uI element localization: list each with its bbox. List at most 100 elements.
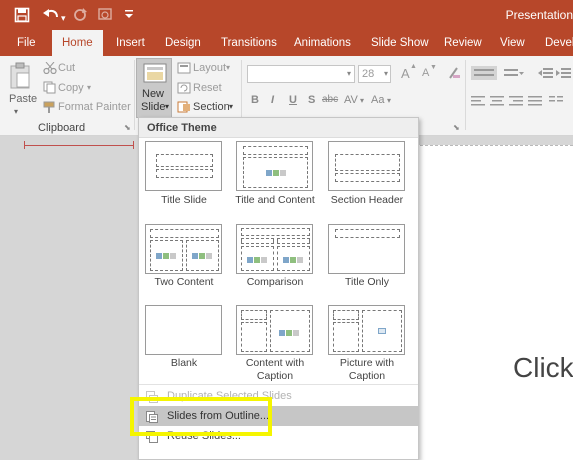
content-icons bbox=[247, 254, 269, 264]
paste-label[interactable]: Paste bbox=[9, 93, 37, 105]
bold-button[interactable]: B bbox=[251, 94, 259, 106]
menu-separator bbox=[139, 384, 418, 385]
layout-label: Title Only bbox=[345, 276, 389, 288]
placeholder bbox=[241, 310, 267, 320]
shadow-button[interactable]: S bbox=[308, 94, 315, 106]
section-button[interactable]: Section bbox=[193, 101, 230, 113]
bullets-icon[interactable] bbox=[471, 66, 497, 83]
tab-transitions[interactable]: Transitions bbox=[221, 30, 277, 56]
layout-icon[interactable] bbox=[177, 62, 191, 77]
layout-label: Picture with Caption bbox=[339, 357, 395, 382]
placeholder bbox=[362, 310, 402, 352]
layout-two-content[interactable] bbox=[145, 224, 222, 274]
customize-qat-icon[interactable] bbox=[124, 7, 134, 25]
font-name-combo[interactable]: ▾ bbox=[247, 65, 355, 83]
tab-file[interactable]: File bbox=[17, 30, 36, 56]
font-size-value: 28 bbox=[362, 68, 375, 80]
redo-icon[interactable] bbox=[72, 7, 88, 26]
tab-design[interactable]: Design bbox=[165, 30, 201, 56]
save-icon[interactable] bbox=[14, 7, 30, 26]
cut-icon[interactable] bbox=[43, 61, 57, 77]
layout-label: Blank bbox=[170, 357, 198, 369]
increase-indent-icon[interactable] bbox=[556, 66, 572, 83]
tab-slide-show[interactable]: Slide Show bbox=[371, 30, 429, 56]
paste-dropdown-icon[interactable]: ▾ bbox=[14, 107, 18, 116]
tab-view[interactable]: View bbox=[500, 30, 525, 56]
layout-section-header[interactable] bbox=[328, 141, 405, 191]
strikethrough-button[interactable]: abc bbox=[322, 94, 338, 105]
underline-button[interactable]: U bbox=[289, 94, 297, 106]
font-size-combo[interactable]: 28 ▾ bbox=[358, 65, 391, 83]
layout-content-with-caption[interactable] bbox=[236, 305, 313, 355]
start-from-beginning-icon[interactable] bbox=[97, 7, 113, 26]
new-slide-button[interactable]: New Slide ▾ bbox=[136, 58, 172, 118]
placeholder bbox=[241, 238, 274, 244]
clear-formatting-icon[interactable] bbox=[447, 66, 461, 83]
columns-icon[interactable] bbox=[549, 95, 563, 110]
layout-title-only[interactable] bbox=[328, 224, 405, 274]
section-icon[interactable] bbox=[177, 101, 191, 116]
reset-icon[interactable] bbox=[177, 82, 191, 97]
font-name-dropdown-icon[interactable]: ▾ bbox=[347, 69, 351, 78]
format-painter-button[interactable]: Format Painter bbox=[58, 101, 131, 113]
tab-developer[interactable]: Develo bbox=[545, 30, 573, 56]
tab-insert[interactable]: Insert bbox=[116, 30, 145, 56]
layout-title-and-content[interactable] bbox=[236, 141, 313, 191]
align-right-icon[interactable] bbox=[509, 95, 523, 110]
font-launcher-icon[interactable]: ⬊ bbox=[453, 123, 460, 132]
tab-home[interactable]: Home bbox=[52, 30, 103, 56]
font-size-dropdown-icon[interactable]: ▾ bbox=[384, 69, 388, 78]
new-slide-icon bbox=[143, 63, 167, 86]
new-slide-dropdown-icon: ▾ bbox=[165, 102, 170, 111]
layout-dropdown-icon[interactable]: ▾ bbox=[226, 63, 230, 72]
reset-button[interactable]: Reset bbox=[193, 82, 222, 94]
undo-dropdown-icon[interactable]: ▾ bbox=[61, 10, 66, 26]
shrink-font-button[interactable]: A bbox=[422, 67, 429, 79]
character-spacing-button[interactable]: AV bbox=[344, 94, 358, 106]
tab-review[interactable]: Review bbox=[444, 30, 482, 56]
copy-button[interactable]: Copy bbox=[58, 82, 84, 94]
layout-title-slide[interactable] bbox=[145, 141, 222, 191]
section-dropdown-icon[interactable]: ▾ bbox=[229, 102, 233, 111]
content-icons bbox=[279, 327, 301, 337]
shrink-font-icon: ▼ bbox=[430, 64, 437, 71]
align-left-icon[interactable] bbox=[471, 95, 485, 110]
window-title: Presentation bbox=[505, 8, 573, 22]
clipboard-launcher-icon[interactable]: ⬊ bbox=[124, 123, 131, 132]
decrease-indent-icon[interactable] bbox=[538, 66, 554, 83]
cut-button[interactable]: Cut bbox=[58, 62, 75, 74]
content-icons bbox=[266, 167, 288, 177]
copy-icon[interactable] bbox=[43, 81, 56, 97]
placeholder bbox=[241, 322, 267, 352]
layout-label: Comparison bbox=[246, 276, 304, 288]
format-painter-icon[interactable] bbox=[43, 101, 56, 117]
character-spacing-dropdown-icon[interactable]: ▾ bbox=[360, 96, 364, 105]
align-center-icon[interactable] bbox=[490, 95, 504, 110]
placeholder bbox=[156, 154, 213, 167]
placeholder bbox=[333, 322, 359, 352]
copy-dropdown-icon[interactable]: ▾ bbox=[87, 83, 91, 92]
placeholder bbox=[270, 310, 310, 352]
picture-icon bbox=[378, 328, 386, 334]
highlight-annotation bbox=[130, 397, 272, 436]
title-placeholder[interactable]: Click bbox=[513, 352, 573, 384]
placeholder bbox=[333, 310, 359, 320]
numbering-icon[interactable] bbox=[502, 66, 524, 83]
italic-button[interactable]: I bbox=[271, 94, 274, 106]
layout-button[interactable]: Layout bbox=[193, 62, 226, 74]
layout-comparison[interactable] bbox=[236, 224, 313, 274]
placeholder bbox=[150, 240, 183, 271]
grow-font-button[interactable]: A bbox=[401, 66, 410, 81]
justify-icon[interactable] bbox=[528, 95, 542, 110]
paste-icon[interactable] bbox=[9, 62, 31, 93]
content-icons bbox=[192, 250, 214, 260]
new-slide-label-2: Slide bbox=[141, 101, 166, 113]
change-case-button[interactable]: Aa bbox=[371, 94, 384, 106]
placeholder bbox=[335, 229, 400, 238]
tab-animations[interactable]: Animations bbox=[294, 30, 351, 56]
layout-picture-with-caption[interactable] bbox=[328, 305, 405, 355]
grow-font-icon: ▲ bbox=[410, 63, 417, 70]
change-case-dropdown-icon[interactable]: ▾ bbox=[387, 96, 391, 105]
layout-blank[interactable] bbox=[145, 305, 222, 355]
undo-icon[interactable] bbox=[42, 7, 60, 26]
